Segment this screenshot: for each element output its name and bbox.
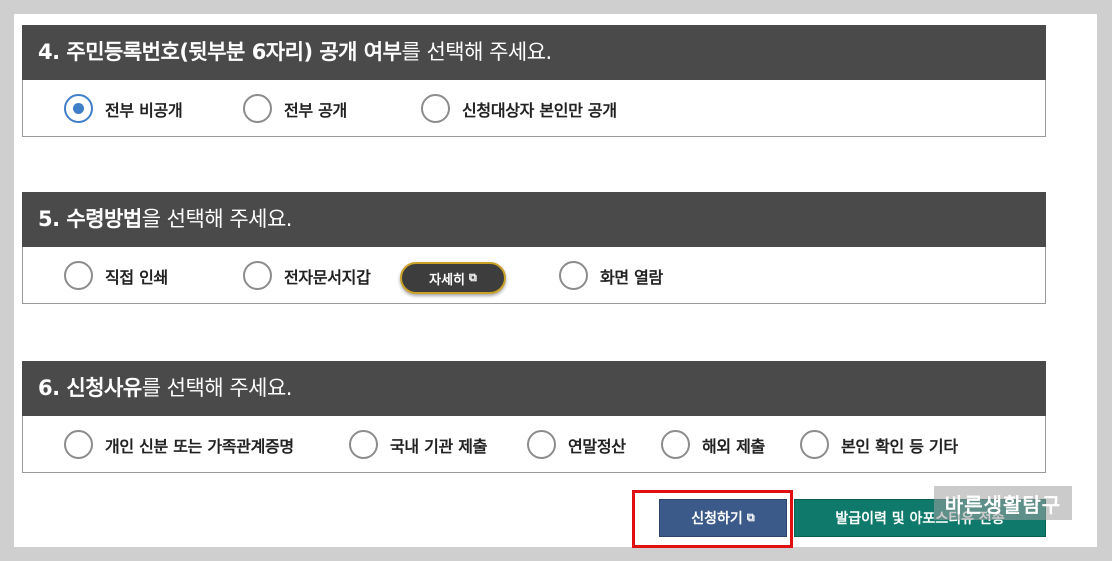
radio-unchecked-icon[interactable] bbox=[64, 261, 93, 290]
section-header: 5. 수령방법을 선택해 주세요. bbox=[22, 192, 1046, 247]
external-link-icon: ⧉ bbox=[469, 271, 477, 284]
option-label: 전부 비공개 bbox=[105, 100, 183, 120]
option-label: 화면 열람 bbox=[600, 267, 663, 287]
option-all-private[interactable]: 전부 비공개 bbox=[64, 80, 183, 137]
section-header-title: 6. 신청사유 bbox=[38, 376, 142, 400]
section-header-suffix: 을 선택해 주세요. bbox=[141, 207, 293, 231]
section-header-suffix: 를 선택해 주세요. bbox=[141, 376, 293, 400]
option-label: 해외 제출 bbox=[702, 436, 765, 456]
section-header-title: 5. 수령방법 bbox=[38, 207, 142, 231]
form-panel: 4. 주민등록번호(뒷부분 6자리) 공개 여부를 선택해 주세요. 전부 비공… bbox=[14, 14, 1097, 547]
option-domestic-agency[interactable]: 국내 기관 제출 bbox=[349, 416, 487, 473]
option-label: 본인 확인 등 기타 bbox=[841, 436, 958, 456]
radio-checked-icon[interactable] bbox=[64, 94, 93, 123]
option-overseas-submission[interactable]: 해외 제출 bbox=[661, 416, 765, 473]
option-direct-print[interactable]: 직접 인쇄 bbox=[64, 247, 168, 304]
highlight-box bbox=[632, 490, 793, 548]
option-label: 전자문서지갑 bbox=[284, 267, 371, 287]
radio-unchecked-icon[interactable] bbox=[421, 94, 450, 123]
radio-unchecked-icon[interactable] bbox=[64, 430, 93, 459]
option-screen-view[interactable]: 화면 열람 bbox=[559, 247, 663, 304]
option-label: 신청대상자 본인만 공개 bbox=[462, 100, 617, 120]
option-group: 전부 비공개 전부 공개 신청대상자 본인만 공개 bbox=[22, 80, 1046, 137]
section-header-title: 4. 주민등록번호(뒷부분 6자리) 공개 여부 bbox=[38, 40, 402, 64]
section-receipt-method: 5. 수령방법을 선택해 주세요. 직접 인쇄 전자문서지갑 자세히 ⧉ 화면 … bbox=[22, 192, 1046, 304]
section-header-suffix: 를 선택해 주세요. bbox=[401, 40, 552, 64]
radio-unchecked-icon[interactable] bbox=[661, 430, 690, 459]
option-group: 직접 인쇄 전자문서지갑 자세히 ⧉ 화면 열람 bbox=[22, 247, 1046, 304]
watermark: 바른생활탐구 bbox=[934, 486, 1072, 520]
option-label: 연말정산 bbox=[568, 436, 626, 456]
section-header: 6. 신청사유를 선택해 주세요. bbox=[22, 361, 1046, 416]
radio-unchecked-icon[interactable] bbox=[559, 261, 588, 290]
detail-button[interactable]: 자세히 ⧉ bbox=[400, 262, 506, 294]
option-label: 전부 공개 bbox=[284, 100, 347, 120]
detail-button-label: 자세히 bbox=[429, 272, 466, 288]
radio-unchecked-icon[interactable] bbox=[527, 430, 556, 459]
option-self-only-public[interactable]: 신청대상자 본인만 공개 bbox=[421, 80, 617, 137]
option-group: 개인 신분 또는 가족관계증명 국내 기관 제출 연말정산 해외 제출 본인 확… bbox=[22, 416, 1046, 473]
radio-unchecked-icon[interactable] bbox=[243, 261, 272, 290]
option-label: 국내 기관 제출 bbox=[390, 436, 488, 456]
option-year-end-tax[interactable]: 연말정산 bbox=[527, 416, 626, 473]
section-application-reason: 6. 신청사유를 선택해 주세요. 개인 신분 또는 가족관계증명 국내 기관 … bbox=[22, 361, 1046, 473]
radio-unchecked-icon[interactable] bbox=[243, 94, 272, 123]
radio-unchecked-icon[interactable] bbox=[800, 430, 829, 459]
option-identity-other[interactable]: 본인 확인 등 기타 bbox=[800, 416, 958, 473]
section-resident-number-disclosure: 4. 주민등록번호(뒷부분 6자리) 공개 여부를 선택해 주세요. 전부 비공… bbox=[22, 25, 1046, 137]
option-all-public[interactable]: 전부 공개 bbox=[243, 80, 347, 137]
option-label: 직접 인쇄 bbox=[105, 267, 168, 287]
option-label: 개인 신분 또는 가족관계증명 bbox=[105, 436, 294, 456]
option-e-document-wallet[interactable]: 전자문서지갑 bbox=[243, 247, 371, 304]
section-header: 4. 주민등록번호(뒷부분 6자리) 공개 여부를 선택해 주세요. bbox=[22, 25, 1046, 80]
radio-unchecked-icon[interactable] bbox=[349, 430, 378, 459]
option-identity-family[interactable]: 개인 신분 또는 가족관계증명 bbox=[64, 416, 294, 473]
